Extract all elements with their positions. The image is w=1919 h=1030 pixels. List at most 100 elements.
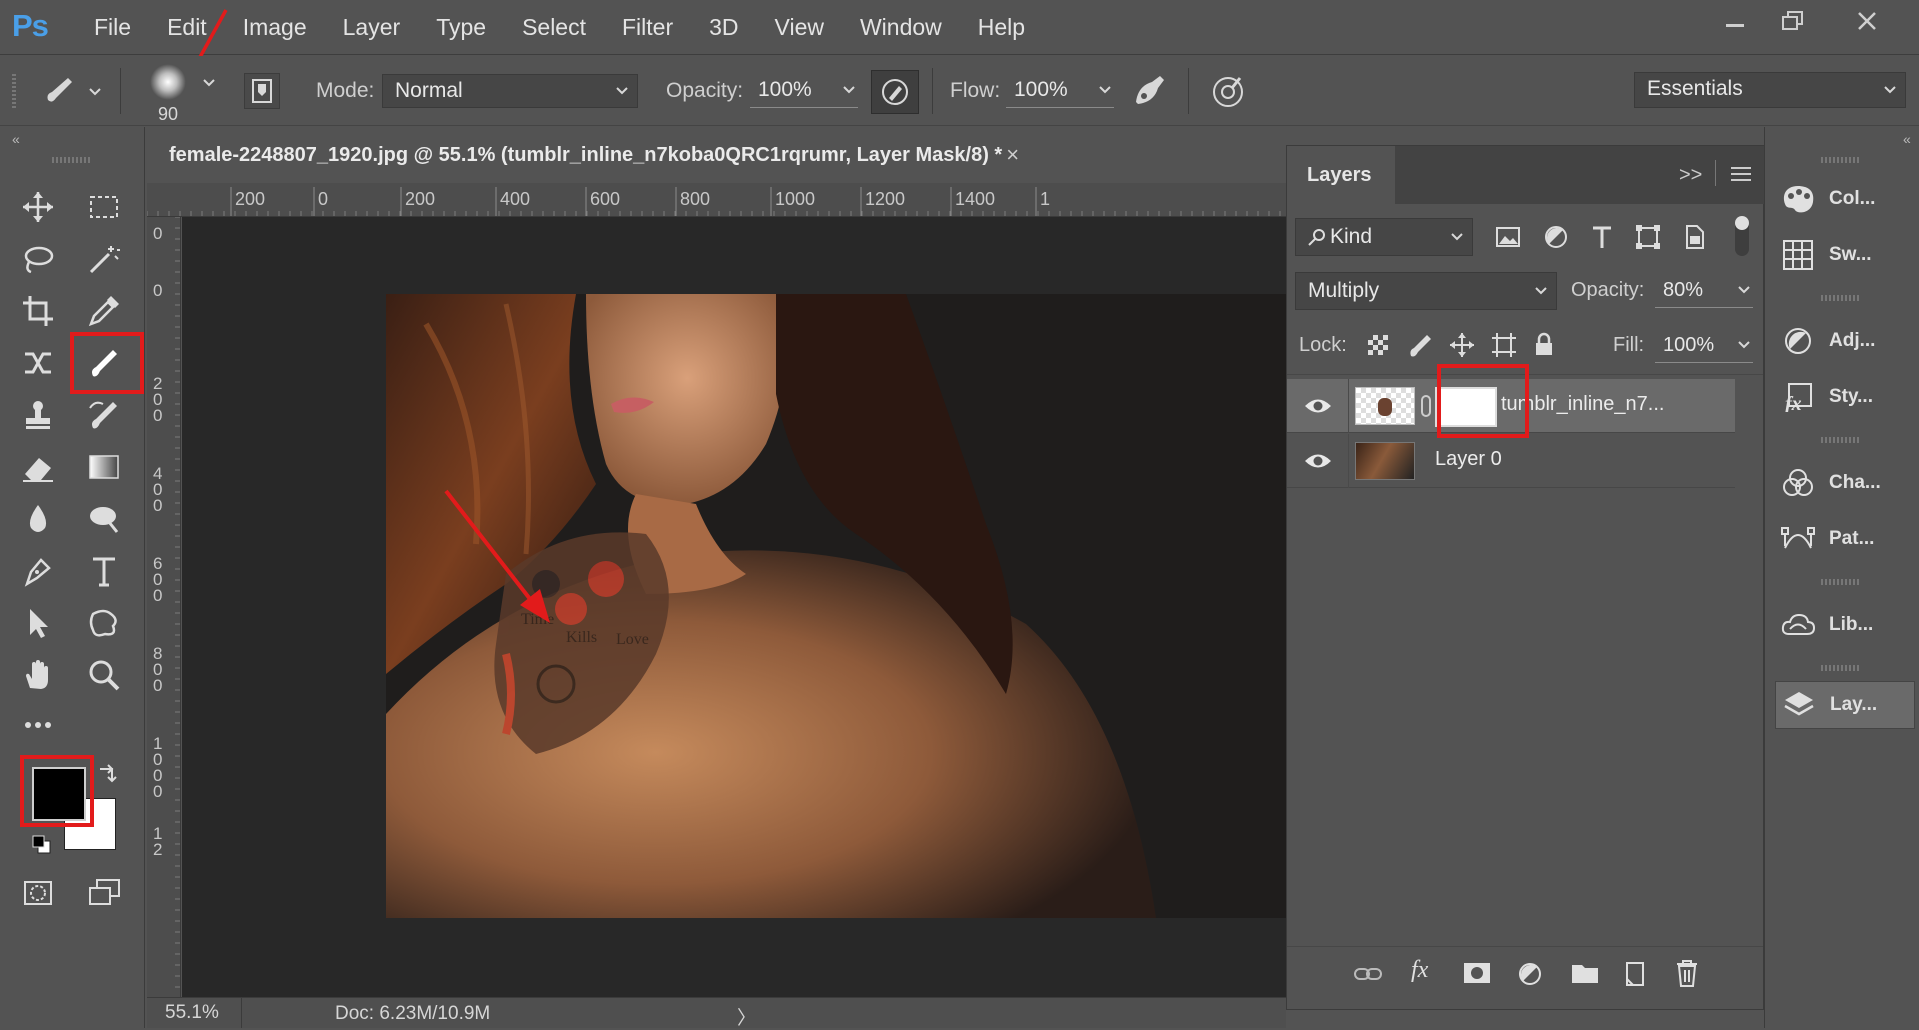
layer-link-icon[interactable] <box>1421 395 1431 417</box>
expand-dock-icon[interactable]: « <box>1903 131 1911 147</box>
screen-mode-icon[interactable] <box>78 871 130 915</box>
close-tab-icon[interactable]: × <box>1006 142 1019 168</box>
layer-row-layer0[interactable]: Layer 0 <box>1287 434 1735 488</box>
minimize-icon[interactable] <box>1710 6 1760 36</box>
pressure-opacity-icon[interactable] <box>871 70 919 114</box>
mode-dropdown[interactable]: Normal <box>382 74 638 108</box>
dock-styles[interactable]: fx Sty... <box>1775 373 1915 421</box>
gradient-tool-icon[interactable] <box>78 445 130 489</box>
brush-tool-preset-icon[interactable] <box>42 72 102 108</box>
flow-field[interactable]: 100% <box>1006 74 1114 108</box>
link-layers-icon[interactable] <box>1353 961 1383 987</box>
layer-row-tattoo[interactable]: tumblr_inline_n7... <box>1287 379 1735 433</box>
more-tools-icon[interactable] <box>12 703 64 747</box>
filter-kind-dropdown[interactable]: Kind <box>1295 218 1473 256</box>
lock-all-icon[interactable] <box>1531 332 1557 358</box>
dock-adjustments[interactable]: Adj... <box>1775 317 1915 365</box>
menu-select[interactable]: Select <box>522 14 586 41</box>
document-tab[interactable]: female-2248807_1920.jpg @ 55.1% (tumblr_… <box>147 127 1132 183</box>
toolbar-grip[interactable] <box>52 157 90 163</box>
brush-tool-icon[interactable] <box>78 341 130 385</box>
menu-3d[interactable]: 3D <box>709 14 738 41</box>
default-colors-icon[interactable] <box>32 835 52 855</box>
lock-position-icon[interactable] <box>1449 332 1475 358</box>
history-brush-tool-icon[interactable] <box>78 393 130 437</box>
filter-toggle[interactable] <box>1735 216 1749 256</box>
move-tool-icon[interactable] <box>12 185 64 229</box>
layer-thumbnail-tattoo[interactable] <box>1355 387 1415 425</box>
hand-tool-icon[interactable] <box>12 653 64 697</box>
options-bar-grip[interactable] <box>12 74 16 110</box>
swap-colors-icon[interactable] <box>96 763 120 787</box>
menu-image[interactable]: Image <box>243 14 307 41</box>
menu-view[interactable]: View <box>775 14 824 41</box>
panel-menu-icon[interactable] <box>1731 166 1751 182</box>
layers-tab[interactable]: Layers <box>1287 146 1395 204</box>
eyedropper-tool-icon[interactable] <box>78 289 130 333</box>
layer-thumbnail-layer0[interactable] <box>1355 442 1415 480</box>
blend-mode-dropdown[interactable]: Multiply <box>1295 272 1557 310</box>
clone-stamp-tool-icon[interactable] <box>12 393 64 437</box>
quick-mask-icon[interactable] <box>12 871 64 915</box>
delete-layer-icon[interactable] <box>1675 959 1699 987</box>
type-tool-icon[interactable] <box>78 549 130 593</box>
eraser-tool-icon[interactable] <box>12 445 64 489</box>
brush-panel-toggle-icon[interactable] <box>244 73 280 109</box>
menu-filter[interactable]: Filter <box>622 14 673 41</box>
magic-wand-tool-icon[interactable] <box>78 237 130 281</box>
filter-pixel-icon[interactable] <box>1495 224 1521 250</box>
lock-pixels-icon[interactable] <box>1407 332 1433 358</box>
lasso-tool-icon[interactable] <box>12 237 64 281</box>
dock-libraries[interactable]: Lib... <box>1775 601 1915 649</box>
zoom-tool-icon[interactable] <box>78 653 130 697</box>
custom-shape-tool-icon[interactable] <box>78 601 130 645</box>
menu-window[interactable]: Window <box>860 14 942 41</box>
filter-adjustment-icon[interactable] <box>1543 224 1569 250</box>
new-adjustment-layer-icon[interactable] <box>1517 961 1543 987</box>
dodge-tool-icon[interactable] <box>78 497 130 541</box>
dock-color[interactable]: Col... <box>1775 175 1915 223</box>
brush-preset-picker[interactable]: 90 <box>150 64 186 125</box>
airbrush-icon[interactable] <box>1130 72 1170 112</box>
layer-visibility-toggle[interactable] <box>1287 379 1349 433</box>
healing-tool-icon[interactable] <box>12 341 64 385</box>
chevron-down-icon[interactable] <box>202 78 216 88</box>
fill-field[interactable]: 100% <box>1655 329 1753 363</box>
pen-tool-icon[interactable] <box>12 549 64 593</box>
lock-artboard-icon[interactable] <box>1491 332 1517 358</box>
lock-transparent-icon[interactable] <box>1365 332 1391 358</box>
marquee-tool-icon[interactable] <box>78 185 130 229</box>
filter-smart-object-icon[interactable] <box>1681 224 1707 250</box>
layer-mask-thumbnail[interactable] <box>1435 387 1497 427</box>
workspace-switcher[interactable]: Essentials <box>1634 72 1906 108</box>
fx-icon[interactable]: fx <box>1411 957 1428 984</box>
close-icon[interactable] <box>1842 6 1892 36</box>
layer-opacity-field[interactable]: 80% <box>1655 274 1753 308</box>
opacity-field[interactable]: 100% <box>750 74 858 108</box>
menu-help[interactable]: Help <box>978 14 1025 41</box>
pressure-size-icon[interactable] <box>1208 72 1248 112</box>
menu-file[interactable]: File <box>94 14 131 41</box>
status-menu-arrow[interactable]: 〉 <box>737 1003 756 1030</box>
layer-visibility-toggle[interactable] <box>1287 434 1349 488</box>
dock-layers[interactable]: Lay... <box>1775 681 1915 729</box>
layer-name[interactable]: Layer 0 <box>1435 448 1502 471</box>
canvas[interactable]: Time Kills Love <box>182 217 1286 997</box>
dock-paths[interactable]: Pat... <box>1775 515 1915 563</box>
foreground-color-swatch[interactable] <box>32 767 86 821</box>
new-group-icon[interactable] <box>1571 961 1599 985</box>
crop-tool-icon[interactable] <box>12 289 64 333</box>
layer-name[interactable]: tumblr_inline_n7... <box>1501 393 1664 416</box>
zoom-level[interactable]: 55.1% <box>165 1002 219 1024</box>
blur-tool-icon[interactable] <box>12 497 64 541</box>
menu-type[interactable]: Type <box>436 14 486 41</box>
add-mask-icon[interactable] <box>1463 961 1491 985</box>
restore-icon[interactable] <box>1768 6 1818 36</box>
panel-expand-icon[interactable]: >> <box>1679 164 1702 187</box>
dock-swatches[interactable]: Sw... <box>1775 231 1915 279</box>
filter-type-icon[interactable] <box>1589 224 1615 250</box>
filter-shape-icon[interactable] <box>1635 224 1661 250</box>
dock-channels[interactable]: Cha... <box>1775 459 1915 507</box>
collapse-toolbar-icon[interactable]: « <box>12 131 20 147</box>
new-layer-icon[interactable] <box>1623 961 1647 987</box>
